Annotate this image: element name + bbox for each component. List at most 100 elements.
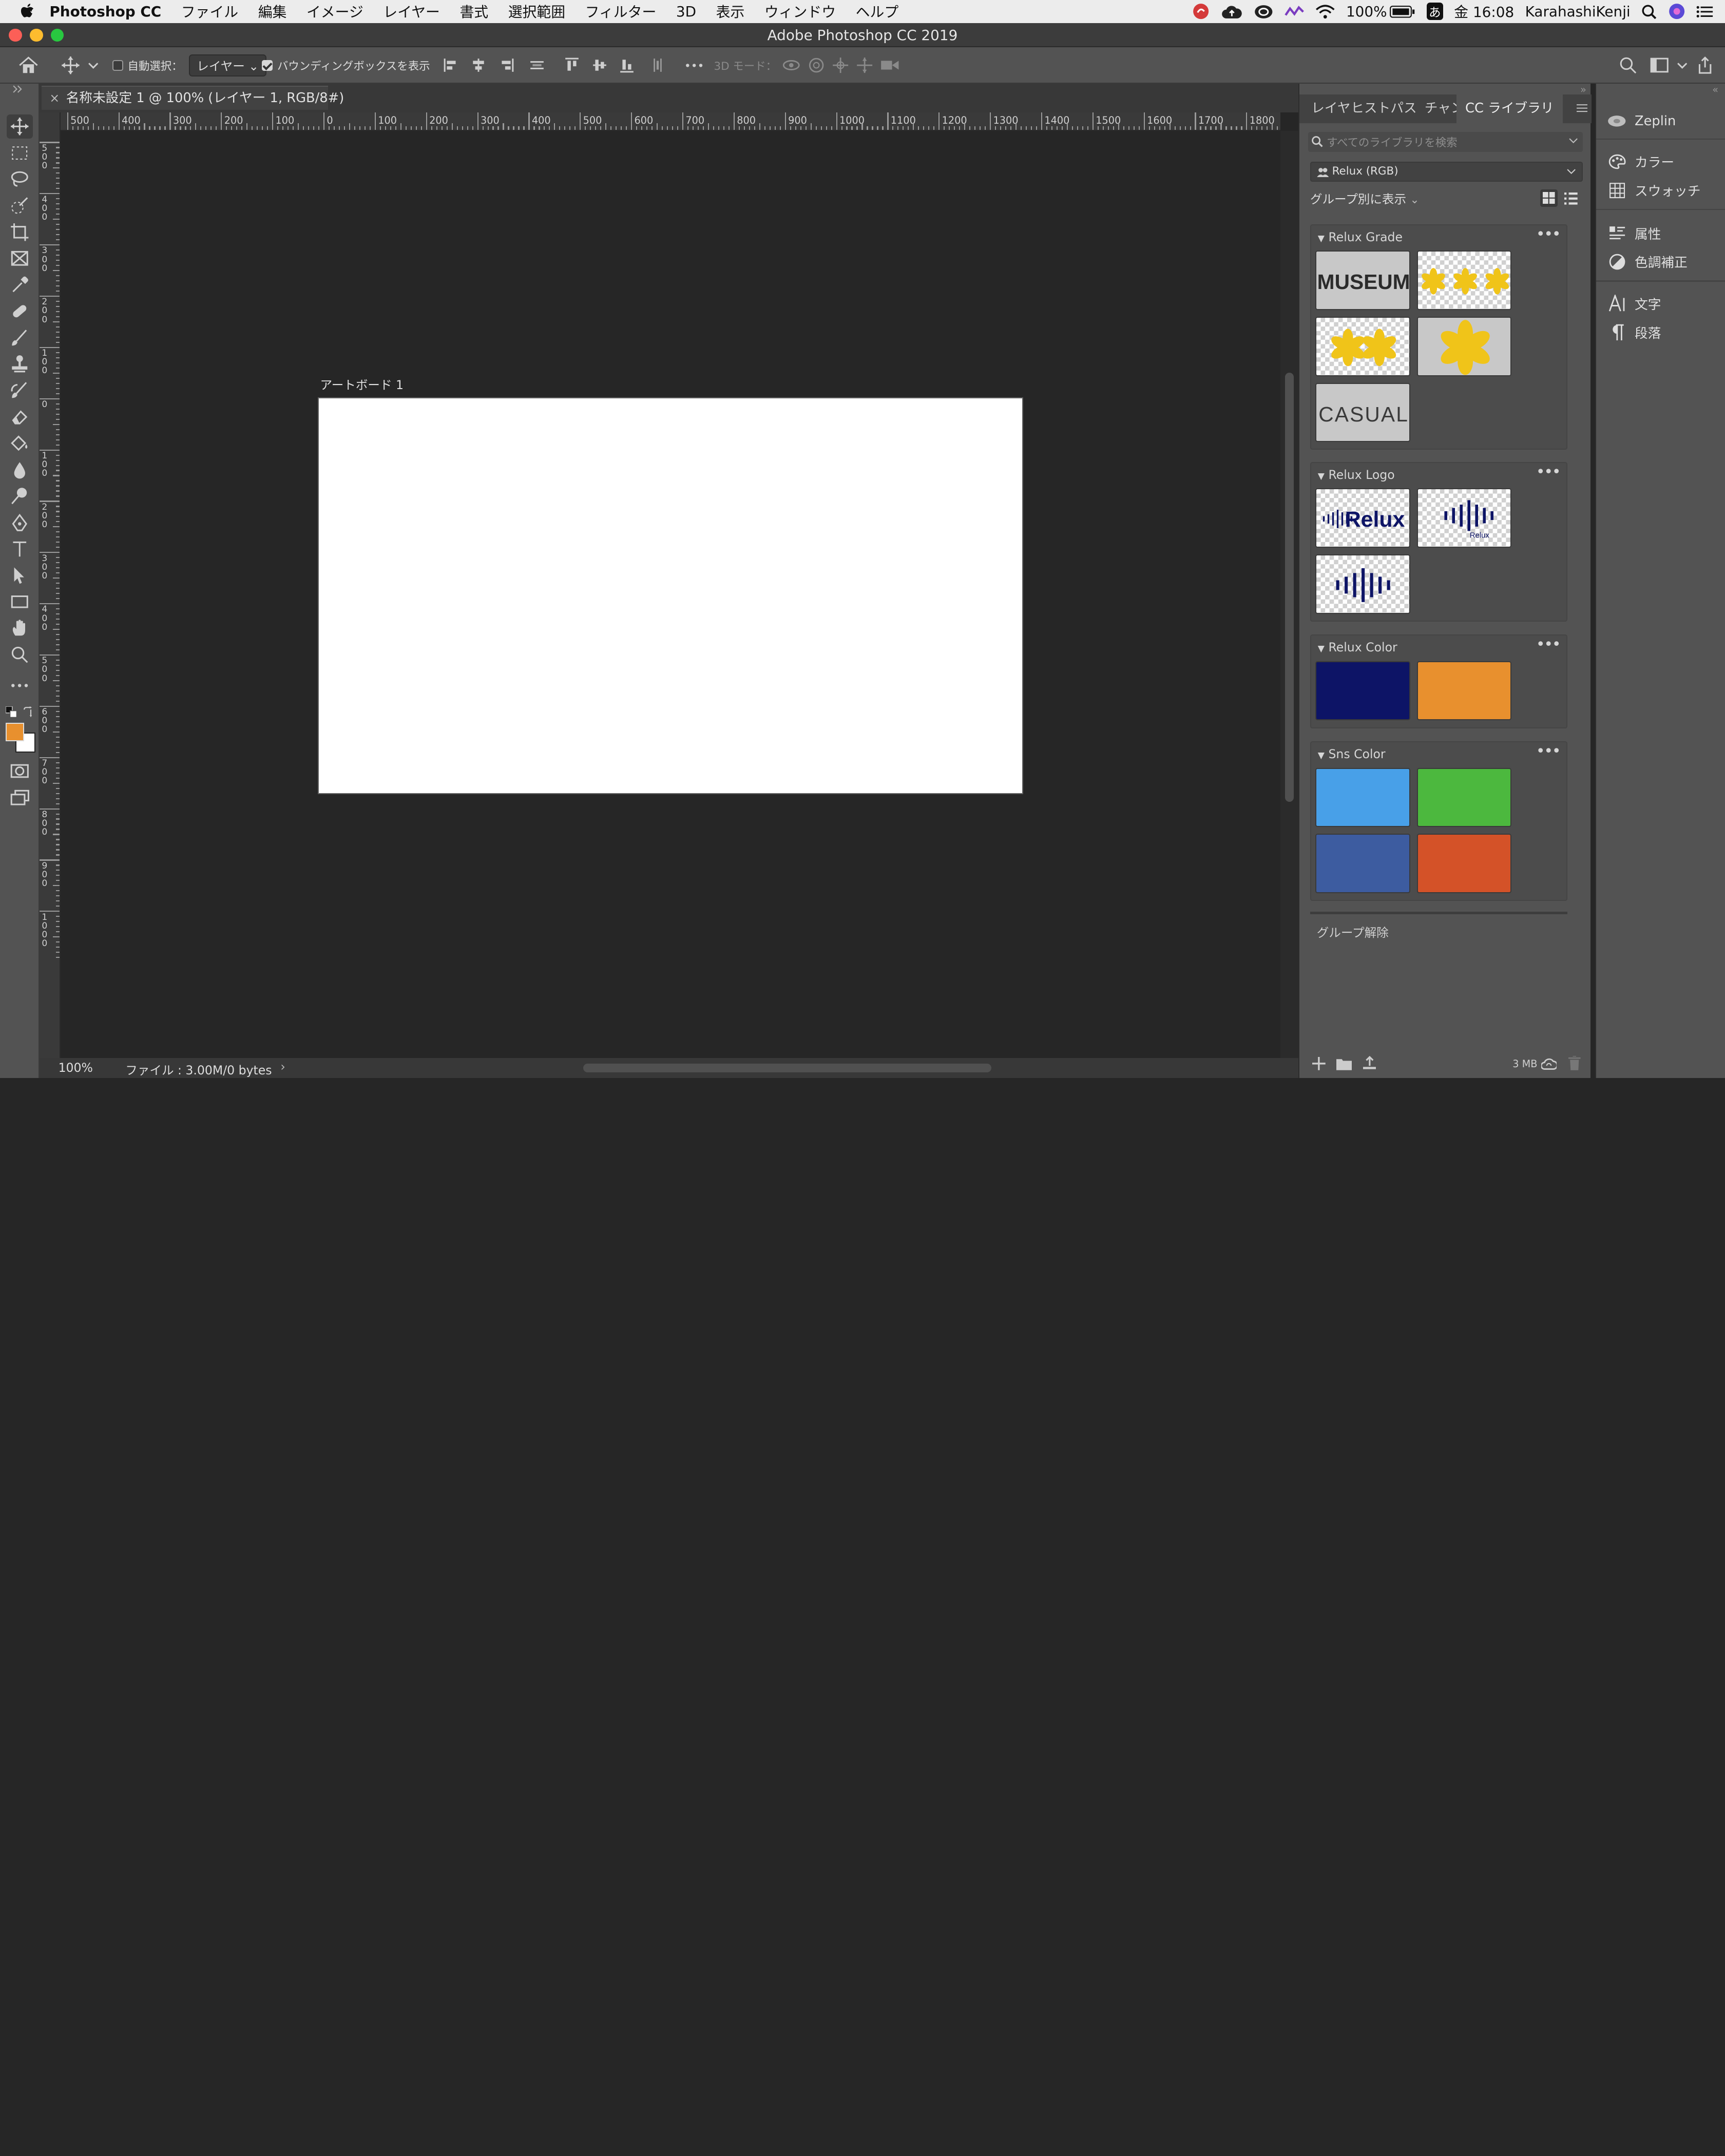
library-search-field[interactable]: すべてのライブラリを検索 [1308,132,1583,152]
menu-window[interactable]: ウィンドウ [764,1,836,22]
color-swatch-orange[interactable] [1416,661,1511,721]
list-view-icon[interactable] [1564,192,1578,205]
user-name[interactable]: KarahashiKenji [1525,3,1631,20]
dock-item-paragraph[interactable]: 段落 [1607,320,1661,344]
auto-select-checkbox[interactable] [112,60,123,71]
workspace-switcher[interactable] [1650,47,1688,84]
asset-relux-logo-stacked[interactable]: Relux [1416,488,1511,548]
menu-layer[interactable]: レイヤー [383,1,440,22]
screen-mode-icon[interactable] [7,785,33,810]
close-document-icon[interactable]: × [49,87,60,110]
menu-type[interactable]: 書式 [459,1,488,22]
panel-collapse-icon[interactable]: » [1580,84,1586,95]
distribute-icon[interactable] [529,57,545,73]
group-title[interactable]: ▼ Relux Logo [1318,468,1395,482]
quick-selection-tool-icon[interactable] [7,194,33,218]
upload-icon[interactable] [1363,1056,1376,1070]
sync-status-icon[interactable] [1541,1057,1557,1070]
align-left-edges-icon[interactable] [444,57,459,73]
asset-relux-symbol[interactable] [1315,554,1410,614]
show-bounding-box-checkbox[interactable] [261,60,273,71]
wifi-icon[interactable] [1315,4,1335,20]
delete-trash-icon[interactable] [1568,1056,1581,1070]
asset-flower-single[interactable] [1416,316,1511,376]
menu-filter[interactable]: フィルター [585,1,657,22]
group-title[interactable]: ▼ Relux Color [1318,640,1397,654]
path-selection-tool-icon[interactable] [7,563,33,587]
add-element-icon[interactable] [1312,1057,1326,1070]
asset-relux-logo-horizontal[interactable]: Relux [1315,488,1410,548]
swap-colors-icon[interactable] [23,706,34,718]
crop-tool-icon[interactable] [7,220,33,244]
color-swatch-green[interactable] [1416,767,1511,827]
eraser-tool-icon[interactable] [7,405,33,429]
menu-help[interactable]: ヘルプ [856,1,899,22]
menu-image[interactable]: イメージ [306,1,363,22]
asset-flowers-two[interactable] [1315,316,1410,376]
menu-select[interactable]: 選択範囲 [508,1,565,22]
group-more-icon[interactable]: ••• [1536,636,1561,653]
lasso-tool-icon[interactable] [7,167,33,191]
healing-brush-tool-icon[interactable] [7,299,33,323]
history-brush-tool-icon[interactable] [7,378,33,402]
search-button[interactable] [1619,47,1637,84]
ungroup-button[interactable]: グループ解除 [1317,923,1389,940]
dock-collapse-icon[interactable]: « [1712,84,1718,95]
horizontal-ruler[interactable]: 500 400 300 200 100 0 100 200 300 400 500 600 700 800… [60,112,1281,131]
color-swatch-red-orange[interactable] [1416,834,1511,893]
dock-item-character[interactable]: 文字 [1607,292,1661,316]
dodge-tool-icon[interactable] [7,484,33,508]
more-options-icon[interactable] [685,62,703,69]
canvas-vertical-scrollbar[interactable] [1280,130,1298,1058]
group-more-icon[interactable]: ••• [1536,225,1561,243]
cloud-upload-icon[interactable] [1221,4,1243,20]
align-horizontal-centers-icon[interactable] [471,57,486,73]
asset-flowers-three[interactable] [1416,251,1511,311]
group-more-icon[interactable]: ••• [1536,742,1561,760]
zoom-window-button[interactable] [50,28,64,42]
align-vertical-centers-icon[interactable] [592,57,607,73]
collapse-tools-icon[interactable] [5,84,31,94]
dock-item-zeplin[interactable]: Zeplin [1607,109,1676,133]
dock-item-color[interactable]: カラー [1607,149,1674,174]
document-tab[interactable]: × 名称未設定 1 @ 100% (レイヤー 1, RGB/8#) [42,86,344,110]
group-view-dropdown[interactable]: グループ別に表示 ⌄ [1310,189,1420,207]
brush-tool-icon[interactable] [7,325,33,350]
asset-museum-text[interactable]: MUSEUM [1315,251,1410,311]
dock-item-adjustments[interactable]: 色調補正 [1607,249,1688,274]
share-button[interactable] [1696,47,1714,84]
marquee-tool-icon[interactable] [7,141,33,165]
3d-roll-icon[interactable] [808,56,825,74]
horizontal-scrollbar-thumb[interactable] [583,1064,991,1073]
frame-tool-icon[interactable] [7,246,33,271]
ime-indicator[interactable]: あ [1426,3,1443,21]
paint-bucket-tool-icon[interactable] [7,431,33,455]
status-icon-red[interactable] [1192,3,1210,20]
new-group-folder-icon[interactable] [1336,1057,1352,1070]
tab-layers[interactable]: レイヤ [1311,94,1350,123]
siri-icon[interactable] [1668,3,1685,20]
search-dropdown-icon[interactable] [1568,138,1578,144]
apple-menu-icon[interactable] [20,3,34,20]
3d-scale-icon[interactable] [880,57,900,73]
group-more-icon[interactable]: ••• [1536,463,1561,481]
default-colors-icon[interactable] [5,706,17,718]
panel-menu-icon[interactable] [1576,103,1587,113]
library-selector[interactable]: Relux (RGB) [1310,161,1583,182]
menu-edit[interactable]: 編集 [258,1,287,22]
move-tool-preset-button[interactable] [60,47,99,84]
clone-stamp-tool-icon[interactable] [7,352,33,376]
minimize-window-button[interactable] [29,28,43,42]
dock-item-properties[interactable]: 属性 [1607,221,1661,245]
grid-view-icon[interactable] [1540,189,1558,207]
menu-file[interactable]: ファイル [181,1,238,22]
color-swatch-blue[interactable] [1315,834,1410,893]
zoom-tool-icon[interactable] [7,642,33,666]
scrollbar-thumb[interactable] [1285,373,1294,802]
move-tool-icon[interactable] [6,114,33,139]
group-title[interactable]: ▼ Relux Grade [1318,230,1403,244]
activity-icon[interactable] [1285,4,1305,20]
3d-pan-icon[interactable] [832,56,849,74]
asset-casual-text[interactable]: CASUAL [1315,382,1410,442]
status-menu-chevron-icon[interactable]: › [280,1060,285,1074]
